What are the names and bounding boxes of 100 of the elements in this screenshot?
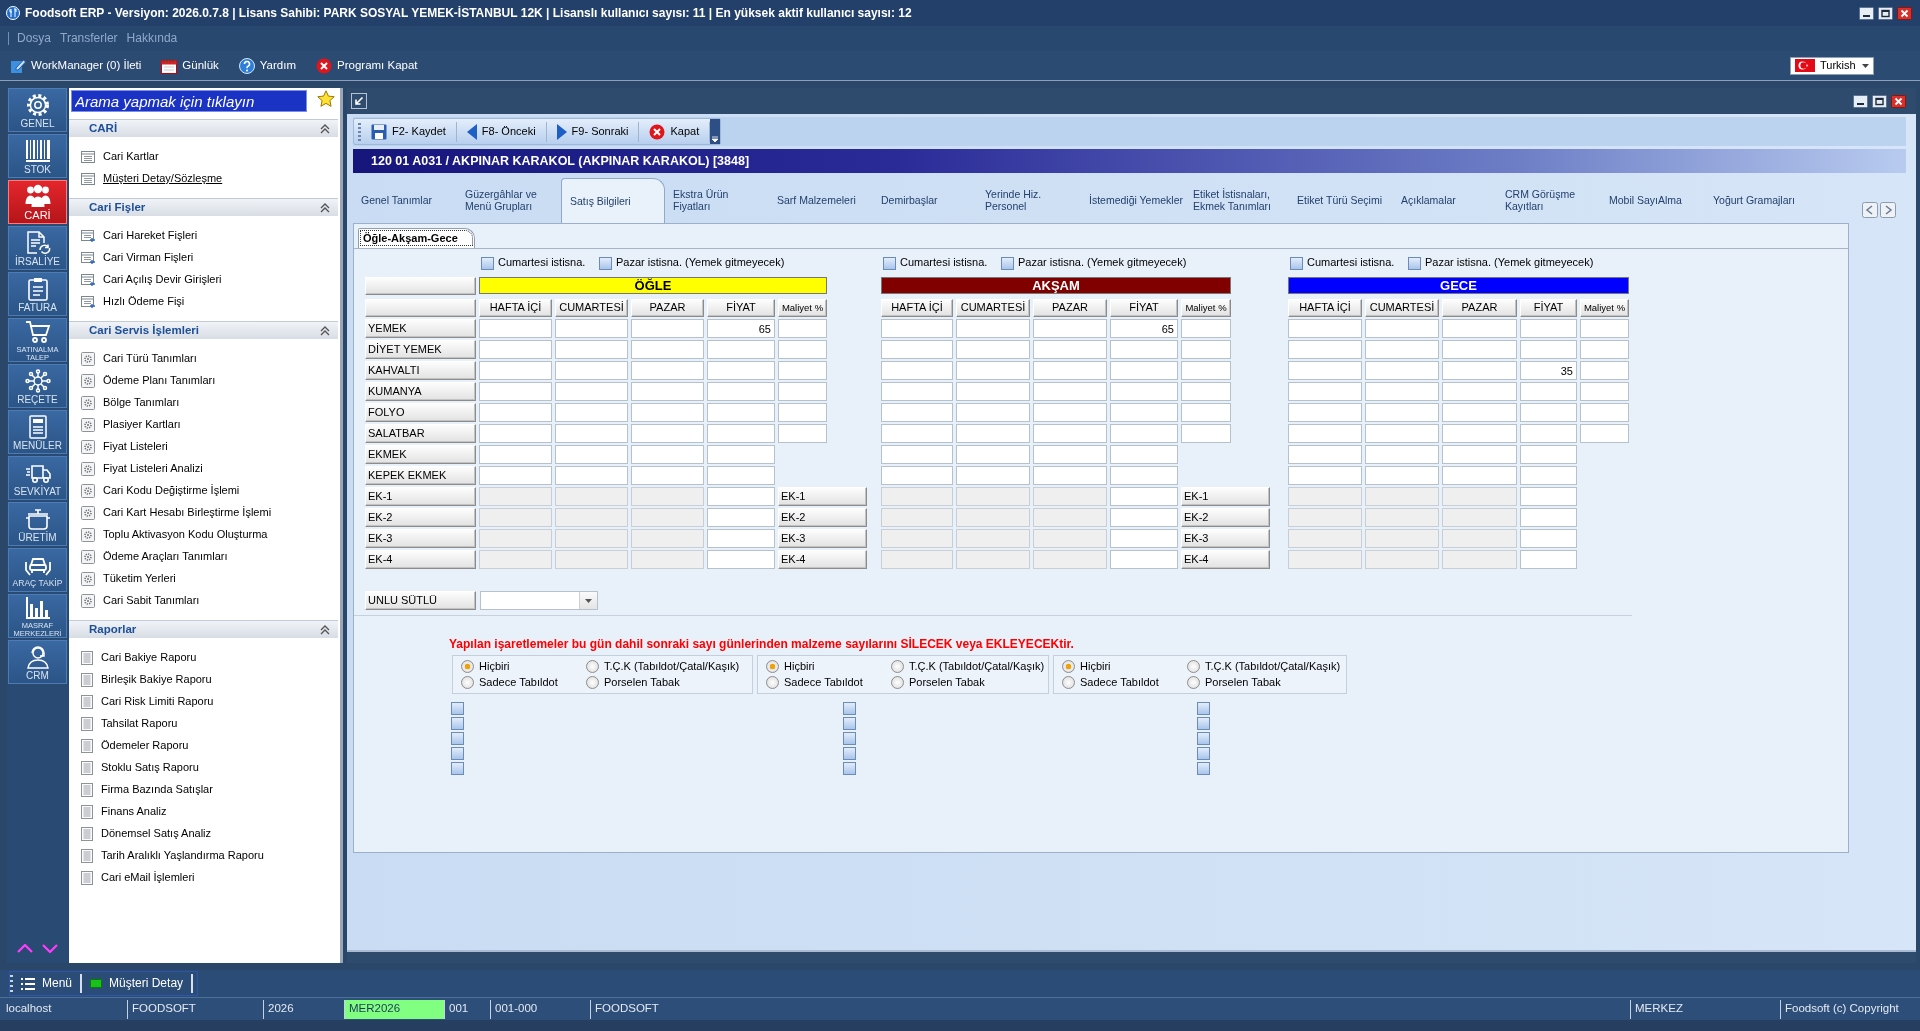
input-field[interactable] [881,340,953,359]
nav-link[interactable]: Ödemeler Raporu [81,735,340,757]
checkbox[interactable] [843,702,856,715]
checkbox[interactable] [451,747,464,760]
input-field[interactable] [1520,508,1577,527]
input-field[interactable] [1442,361,1517,380]
input-field[interactable] [1442,424,1517,443]
nav-link[interactable]: Tarih Aralıklı Yaşlandırma Raporu [81,845,340,867]
menu-item[interactable]: Hakkında [126,31,178,46]
checkbox[interactable] [451,732,464,745]
input-field[interactable] [1580,382,1629,401]
radio-button[interactable] [891,676,904,690]
input-field[interactable] [1110,550,1178,569]
nav-link[interactable]: Bölge Tanımları [81,392,340,414]
input-field[interactable] [1442,466,1517,485]
radio-button[interactable] [1187,676,1200,690]
row-button[interactable]: EK-4 [778,550,867,569]
input-field[interactable] [1110,445,1178,464]
input-field[interactable] [778,403,827,422]
input-field[interactable] [1580,340,1629,359]
input-field[interactable] [1520,487,1577,506]
checkbox[interactable] [1197,732,1210,745]
radio-button[interactable] [586,659,599,673]
input-field[interactable] [1442,340,1517,359]
checkbox[interactable] [883,256,896,270]
nav-link[interactable]: Tahsilat Raporu [81,713,340,735]
section-header[interactable]: CARİ [69,119,338,137]
menu-item[interactable]: Dosya [17,31,51,46]
input-field[interactable] [631,361,704,380]
input-field[interactable] [1288,361,1362,380]
section-header[interactable]: Raporlar [69,620,338,638]
tab[interactable]: Mobil SayıAlma [1601,176,1705,223]
input-field[interactable] [1365,319,1439,338]
checkbox[interactable] [843,732,856,745]
nav-link[interactable]: Fiyat Listeleri [81,436,340,458]
input-field[interactable] [778,424,827,443]
checkbox[interactable] [843,717,856,730]
row-button[interactable]: EK-2 [778,508,867,527]
input-field[interactable] [1442,445,1517,464]
input-field[interactable] [1365,340,1439,359]
module-button[interactable]: MENÜLER [8,410,67,454]
row-button[interactable]: EK-3 [778,529,867,548]
row-button[interactable]: EK-1 [778,487,867,506]
input-field[interactable] [1110,403,1178,422]
input-field[interactable] [956,319,1030,338]
tab[interactable]: Etiket İstisnaları, Ekmek Tanımları [1185,176,1289,223]
input-field[interactable] [956,445,1030,464]
module-button[interactable]: ÜRETİM [8,502,67,546]
nav-link[interactable]: Cari Hareket Fişleri [81,225,340,247]
input-field[interactable] [1520,424,1577,443]
input-field[interactable] [1288,340,1362,359]
radio-button[interactable] [1062,676,1075,690]
input-field[interactable] [778,319,827,338]
checkbox[interactable] [1290,256,1303,270]
input-field[interactable] [1110,340,1178,359]
maximize-icon[interactable] [1878,6,1893,20]
search-field[interactable]: Arama yapmak için tıklayın [71,90,307,112]
row-button[interactable]: EK-1 [1181,487,1270,506]
checkbox[interactable] [451,702,464,715]
input-field[interactable] [1520,340,1577,359]
tab[interactable]: Genel Tanımlar [353,176,457,223]
input-field[interactable] [631,424,704,443]
module-button[interactable]: İRSALİYE [8,226,67,270]
input-field[interactable] [881,319,953,338]
input-field[interactable] [1181,424,1231,443]
nav-link[interactable]: Stoklu Satış Raporu [81,757,340,779]
input-field[interactable] [956,361,1030,380]
input-field[interactable] [1110,361,1178,380]
input-field[interactable] [1110,424,1178,443]
row-button[interactable]: EK-4 [1181,550,1270,569]
nav-link[interactable]: Cari Kartlar [81,146,340,168]
checkbox[interactable] [451,762,464,775]
tab[interactable]: Satış Bilgileri [561,178,665,223]
tab[interactable]: Açıklamalar [1393,176,1497,223]
input-field[interactable] [707,466,775,485]
input-field[interactable] [479,319,552,338]
input-field[interactable] [707,550,775,569]
toolbar-button[interactable]: F9- Sonraki [546,121,640,142]
input-field[interactable] [707,361,775,380]
input-field[interactable] [479,340,552,359]
row-button[interactable]: EK-3 [1181,529,1270,548]
input-field[interactable] [1580,319,1629,338]
input-field[interactable] [631,319,704,338]
checkbox[interactable] [1197,717,1210,730]
input-field[interactable] [707,445,775,464]
nav-link[interactable]: Cari Kodu Değiştirme İşlemi [81,480,340,502]
input-field[interactable] [778,340,827,359]
input-field[interactable] [1110,529,1178,548]
input-field[interactable] [631,403,704,422]
input-field[interactable] [1365,361,1439,380]
toolbar-button[interactable]: Programı Kapat [316,57,418,74]
input-field[interactable] [1288,382,1362,401]
module-button[interactable]: FATURA [8,272,67,316]
tab[interactable]: Etiket Türü Seçimi [1289,176,1393,223]
input-field[interactable] [956,466,1030,485]
input-field[interactable] [555,424,628,443]
input-field[interactable] [631,445,704,464]
input-field[interactable] [1033,319,1107,338]
language-dropdown[interactable]: Turkish [1790,56,1874,75]
nav-link[interactable]: Cari Kart Hesabı Birleştirme İşlemi [81,502,340,524]
